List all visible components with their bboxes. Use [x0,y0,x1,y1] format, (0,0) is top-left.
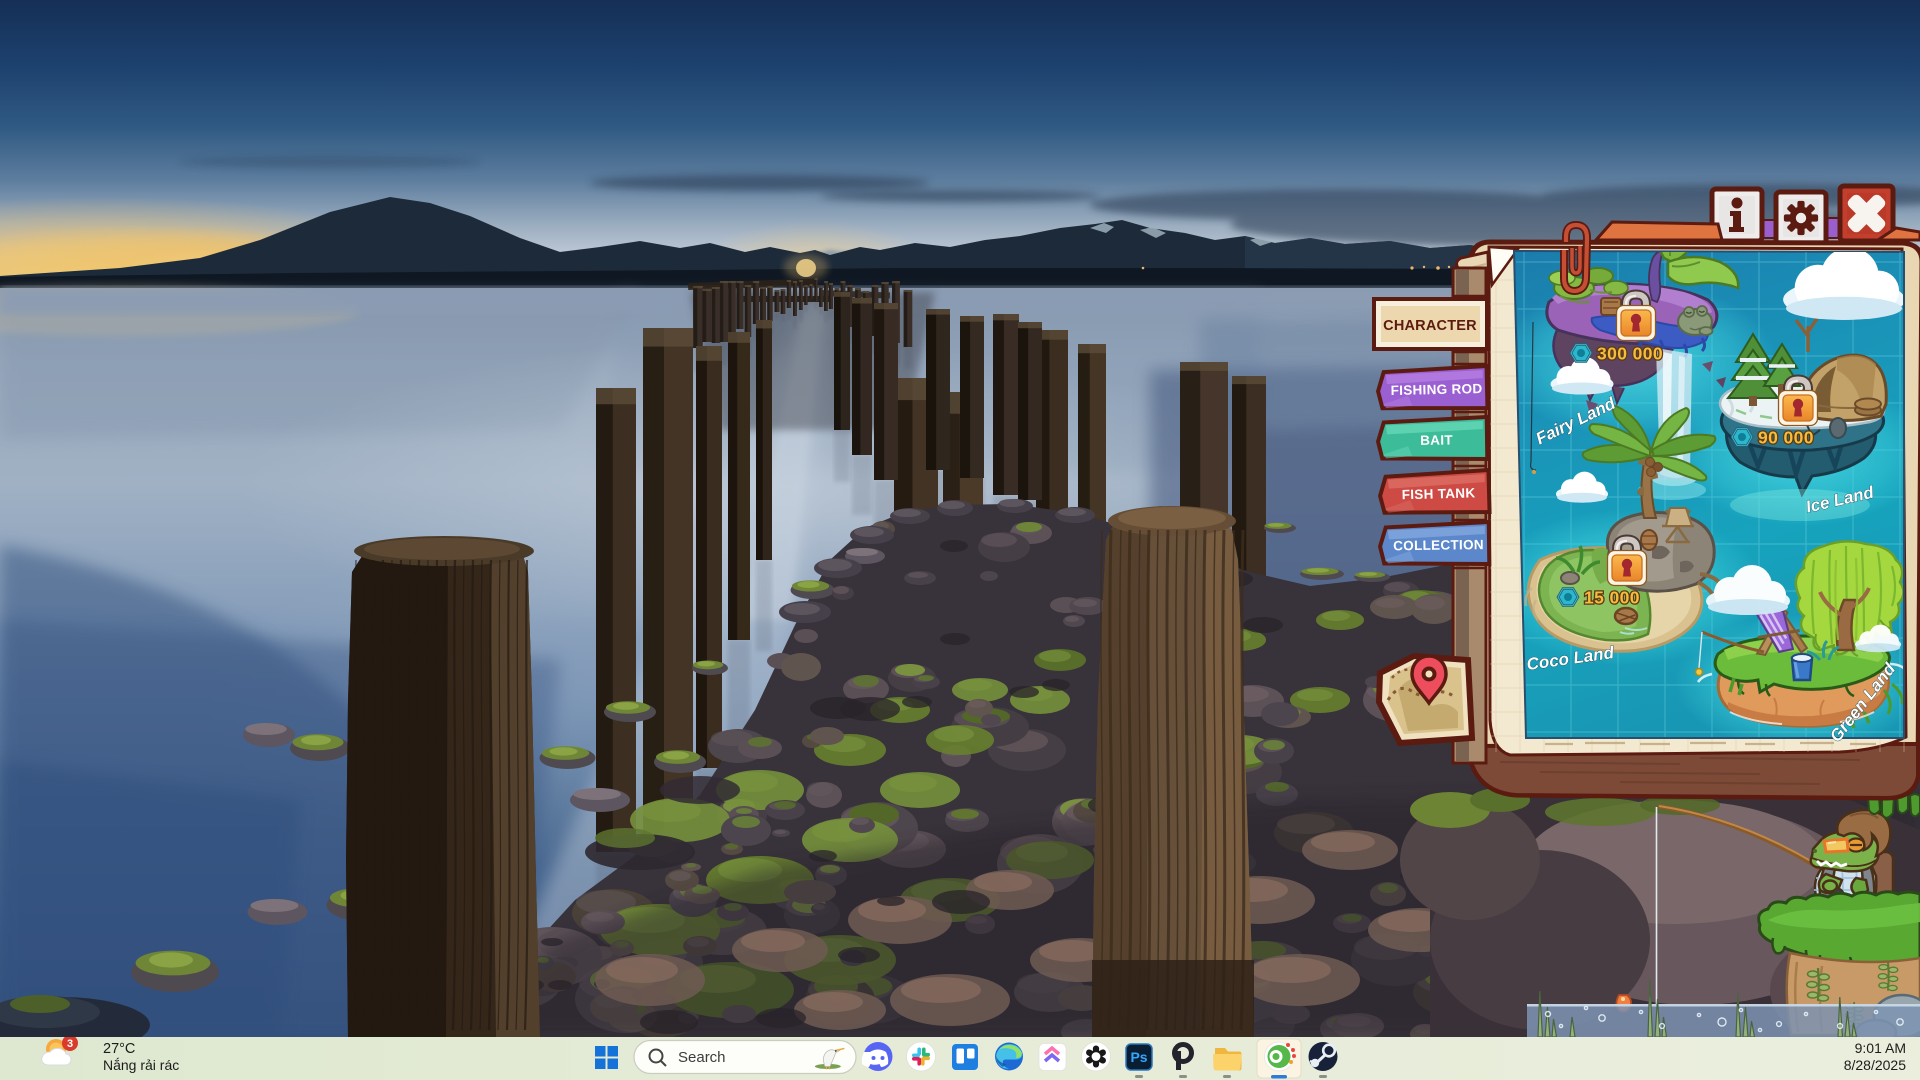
svg-text:15 000: 15 000 [1584,588,1640,608]
svg-text:Ps: Ps [1130,1049,1147,1065]
svg-text:FISHING ROD: FISHING ROD [1390,381,1482,398]
svg-text:300 000: 300 000 [1597,344,1663,364]
svg-text:COLLECTION: COLLECTION [1393,537,1484,553]
svg-text:90 000: 90 000 [1758,428,1814,448]
svg-text:CHARACTER: CHARACTER [1383,318,1477,334]
svg-text:Search: Search [678,1049,726,1066]
svg-text:9:01 AM: 9:01 AM [1855,1040,1906,1056]
svg-text:8/28/2025: 8/28/2025 [1844,1057,1906,1073]
svg-text:BAIT: BAIT [1420,432,1453,447]
svg-text:3: 3 [67,1038,73,1050]
svg-text:FISH TANK: FISH TANK [1402,485,1476,502]
svg-text:27°C: 27°C [103,1041,135,1057]
svg-text:Nắng rải rác: Nắng rải rác [103,1057,179,1073]
